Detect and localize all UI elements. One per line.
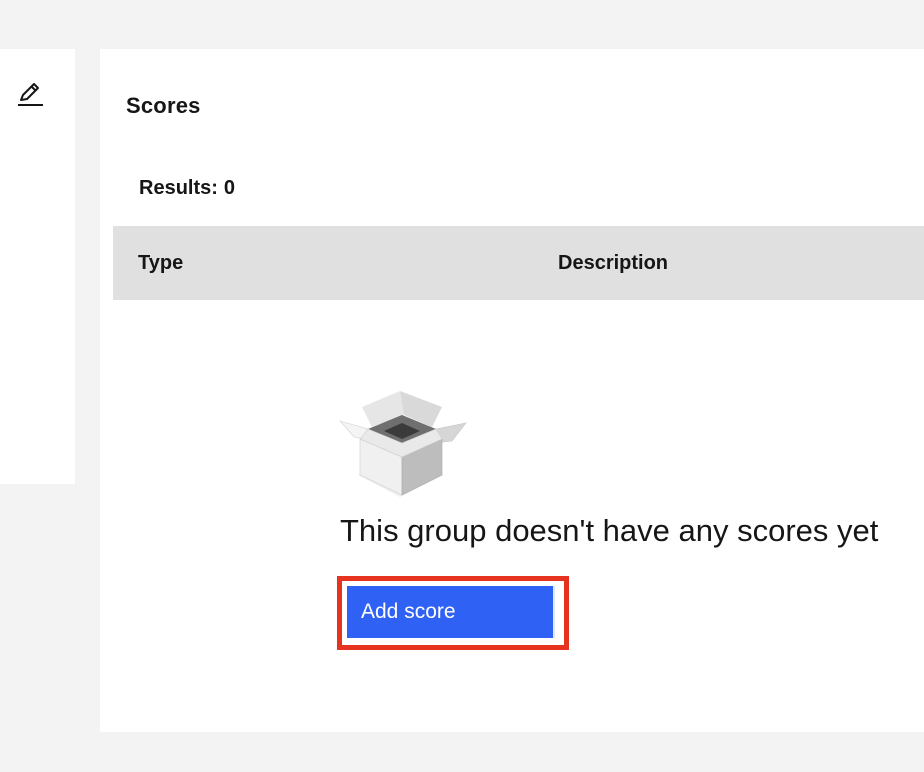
scores-card: Scores Results: 0 Type Description This g…: [100, 49, 924, 732]
results-count: Results: 0: [139, 177, 235, 200]
empty-state-message: This group doesn't have any scores yet: [340, 513, 879, 548]
edit-button[interactable]: [14, 79, 46, 109]
column-header-description[interactable]: Description: [558, 252, 668, 275]
add-score-button[interactable]: Add score: [347, 586, 555, 638]
page-title: Scores: [126, 93, 201, 118]
empty-box-icon: [339, 391, 467, 497]
column-header-type[interactable]: Type: [138, 252, 183, 275]
add-score-highlight: Add score: [337, 576, 569, 650]
results-label: Results:: [139, 177, 218, 199]
results-value: 0: [223, 177, 236, 199]
pencil-edit-icon: [18, 83, 43, 106]
left-panel: [0, 49, 75, 484]
table-header: Type Description: [113, 226, 924, 300]
